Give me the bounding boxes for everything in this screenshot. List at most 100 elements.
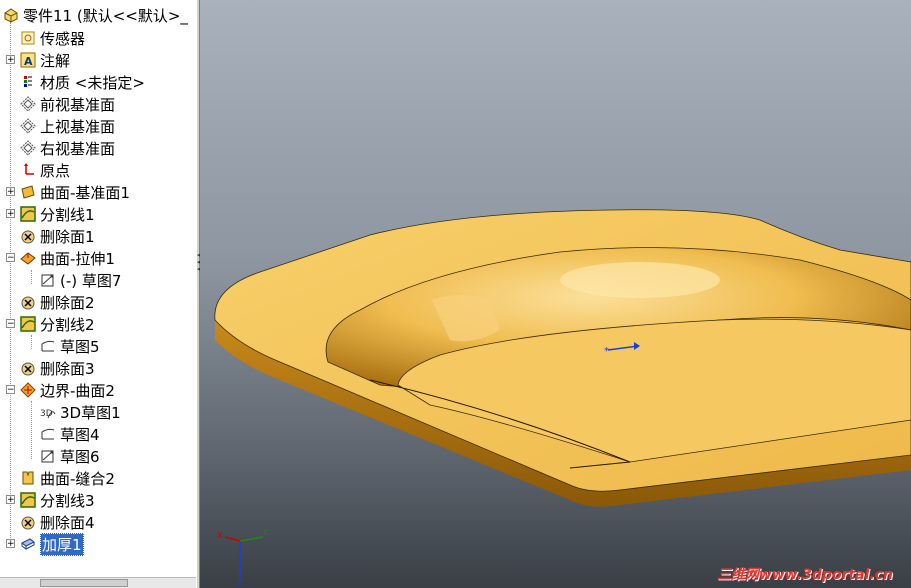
tree-root-label: 零件11 (默认<<默认>_ <box>23 6 188 25</box>
triad-y-axis <box>239 536 264 542</box>
expand-toggle[interactable]: + <box>6 495 15 505</box>
tree-item-label: 曲面-基准面1 <box>40 183 130 202</box>
tree-item-material[interactable]: 材质 <未指定> <box>20 71 145 93</box>
tree-connector <box>31 401 32 459</box>
tree-item-thicken1[interactable]: 加厚1 <box>20 532 84 556</box>
tree-item-label: 分割线3 <box>40 491 95 510</box>
tree-item-top-plane[interactable]: 上视基准面 <box>20 115 115 137</box>
tree-item-label: (-) 草图7 <box>60 271 122 290</box>
tree-item-label: 传感器 <box>40 29 86 48</box>
tree-item-label: 删除面1 <box>40 227 95 246</box>
svg-text:3D: 3D <box>40 409 53 419</box>
tree-item-extruded-surface1[interactable]: 曲面-拉伸1 <box>20 247 115 269</box>
plane-icon <box>20 96 36 112</box>
planar-surface-icon <box>20 184 36 200</box>
svg-text:*: * <box>604 346 609 357</box>
sketch-icon <box>40 426 56 442</box>
tree-item-label: 分割线2 <box>40 315 95 334</box>
expand-toggle[interactable]: + <box>6 539 15 549</box>
plane-icon <box>20 118 36 134</box>
watermark-text: 三维网www.3dportal.cn <box>716 567 893 583</box>
tree-connector <box>31 335 32 349</box>
tree-item-knit-surface2[interactable]: 曲面-缝合2 <box>20 467 115 489</box>
tree-item-label: 右视基准面 <box>40 139 116 158</box>
tree-root-part[interactable]: 零件11 (默认<<默认>_ <box>3 4 188 26</box>
collapse-toggle[interactable]: − <box>6 319 15 329</box>
thicken-icon <box>20 536 36 552</box>
tree-connector <box>10 22 11 546</box>
tree-item-label: 3D草图1 <box>60 403 121 422</box>
split-line-icon <box>20 206 36 222</box>
tree-item-origin[interactable]: 原点 <box>20 159 70 181</box>
tree-item-split-line2[interactable]: 分割线2 <box>20 313 95 335</box>
tree-item-annotations[interactable]: A 注解 <box>20 49 70 71</box>
tree-item-delete-face2[interactable]: 删除面2 <box>20 291 95 313</box>
tree-item-label: 删除面3 <box>40 359 95 378</box>
tree-item-3d-sketch1[interactable]: 3D 3D草图1 <box>40 401 121 423</box>
origin-icon <box>20 162 36 178</box>
tree-item-label: 曲面-缝合2 <box>40 469 115 488</box>
graphics-viewport[interactable]: * X Y Z 三维网www.3dportal.cn <box>200 0 911 588</box>
tree-item-label: 草图4 <box>60 425 100 444</box>
annotation-icon: A <box>20 52 36 68</box>
split-line-icon <box>20 492 36 508</box>
split-line-icon <box>20 316 36 332</box>
tree-item-label: 边界-曲面2 <box>40 381 115 400</box>
tree-item-sketch7[interactable]: (-) 草图7 <box>40 269 121 291</box>
svg-text:A: A <box>24 55 33 68</box>
delete-face-icon <box>20 514 36 530</box>
tree-item-sketch6[interactable]: 草图6 <box>40 445 100 467</box>
tree-item-delete-face4[interactable]: 删除面4 <box>20 511 95 533</box>
material-icon <box>20 74 36 90</box>
tree-item-label: 草图5 <box>60 337 100 356</box>
tree-item-split-line3[interactable]: 分割线3 <box>20 489 95 511</box>
delete-face-icon <box>20 360 36 376</box>
tree-item-label: 原点 <box>40 161 71 180</box>
tree-item-delete-face1[interactable]: 删除面1 <box>20 225 95 247</box>
tree-item-label: 草图6 <box>60 447 100 466</box>
sketch-icon <box>40 448 56 464</box>
3d-sketch-icon: 3D <box>40 404 56 420</box>
part-model: * <box>214 209 911 507</box>
collapse-toggle[interactable]: − <box>6 253 15 263</box>
tree-item-planar-surface1[interactable]: 曲面-基准面1 <box>20 181 130 203</box>
tree-item-label: 上视基准面 <box>40 117 116 136</box>
expand-toggle[interactable]: + <box>6 209 15 219</box>
tree-item-sketch4[interactable]: 草图4 <box>40 423 100 445</box>
tree-item-label: 曲面-拉伸1 <box>40 249 115 268</box>
orientation-triad: X Y Z <box>217 528 268 585</box>
tree-item-label: 删除面4 <box>40 513 95 532</box>
expand-toggle[interactable]: + <box>6 55 15 65</box>
sketch-icon <box>40 338 56 354</box>
delete-face-icon <box>20 228 36 244</box>
delete-face-icon <box>20 294 36 310</box>
tree-item-label: 删除面2 <box>40 293 95 312</box>
tree-item-label: 加厚1 <box>40 532 84 556</box>
knit-surface-icon <box>20 470 36 486</box>
triad-x-axis <box>224 536 241 542</box>
boundary-surface-icon <box>20 382 36 398</box>
tree-item-label: 注解 <box>40 51 71 70</box>
tree-item-label: 材质 <未指定> <box>40 73 145 92</box>
tree-item-label: 前视基准面 <box>40 95 116 114</box>
scrollbar-thumb[interactable] <box>40 579 128 587</box>
tree-connector <box>31 270 32 284</box>
triad-x-label: X <box>217 531 223 540</box>
triad-z-label: Z <box>237 578 243 585</box>
collapse-toggle[interactable]: − <box>6 385 15 395</box>
tree-item-label: 分割线1 <box>40 205 95 224</box>
extruded-surface-icon <box>20 250 36 266</box>
feature-manager-tree: 零件11 (默认<<默认>_ 传感器 + A 注解 材质 <未指定> 前视基准面… <box>0 0 197 588</box>
tree-item-delete-face3[interactable]: 删除面3 <box>20 357 95 379</box>
expand-toggle[interactable]: + <box>6 187 15 197</box>
part-highlight <box>560 262 720 298</box>
horizontal-scrollbar[interactable] <box>0 577 196 588</box>
tree-item-front-plane[interactable]: 前视基准面 <box>20 93 115 115</box>
tree-item-right-plane[interactable]: 右视基准面 <box>20 137 115 159</box>
tree-item-sketch5[interactable]: 草图5 <box>40 335 100 357</box>
sensor-icon <box>20 30 36 46</box>
tree-item-boundary-surface2[interactable]: 边界-曲面2 <box>20 379 115 401</box>
part-icon <box>3 7 19 23</box>
tree-item-sensors[interactable]: 传感器 <box>20 27 85 49</box>
tree-item-split-line1[interactable]: 分割线1 <box>20 203 95 225</box>
